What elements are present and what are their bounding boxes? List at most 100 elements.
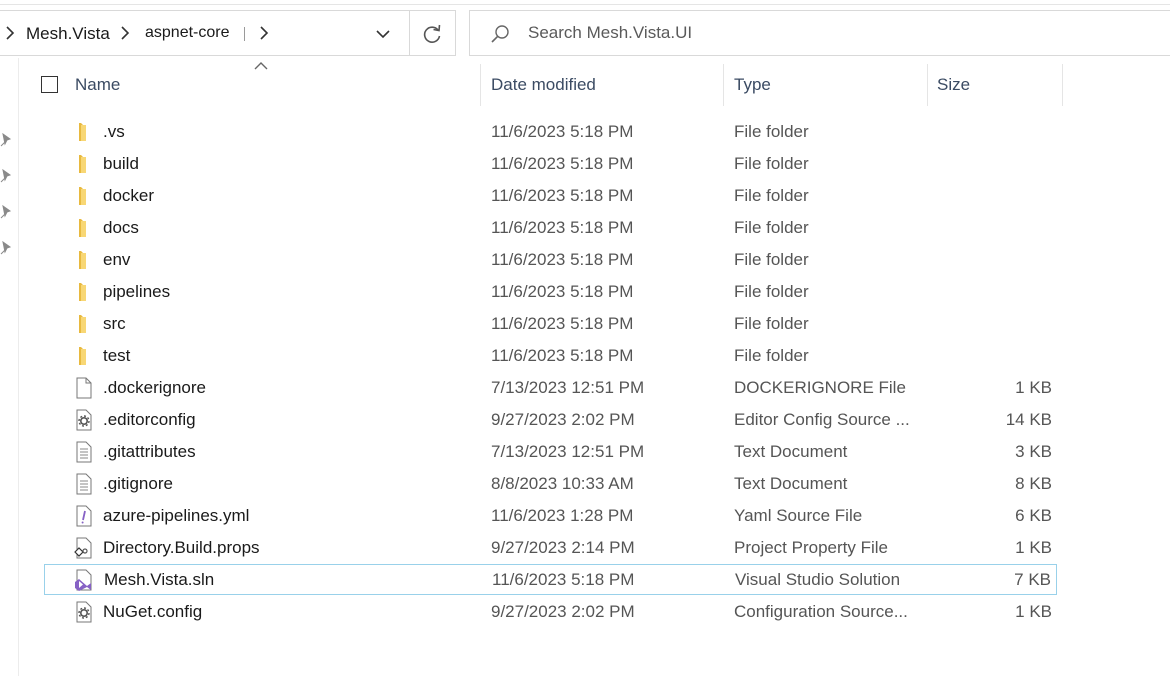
file-type: Yaml Source File [734,506,863,525]
file-row-build[interactable]: build 11/6/2023 5:18 PM File folder [44,148,1057,179]
column-divider[interactable] [927,64,928,106]
file-date-modified: 7/13/2023 12:51 PM [491,442,645,461]
file-size: 1 KB [1015,378,1052,397]
file-type: Editor Config Source ... [734,410,910,429]
breadcrumb-separator [244,27,245,41]
pin-icon[interactable] [0,133,12,147]
file-size: 1 KB [1015,602,1052,621]
file-name[interactable]: build [103,153,139,174]
chevron-right-icon[interactable] [257,24,273,42]
file-name[interactable]: .editorconfig [103,409,196,430]
folder-icon [79,315,86,333]
file-row-mesh-vista-sln[interactable]: Mesh.Vista.sln 11/6/2023 5:18 PM Visual … [44,564,1057,595]
file-name[interactable]: azure-pipelines.yml [103,505,249,526]
navigation-pane[interactable] [0,58,19,676]
file-date-modified: 7/13/2023 12:51 PM [491,378,645,397]
column-header-row: Name Date modified Type Size [20,64,1070,108]
file-type: File folder [734,122,809,141]
chevron-right-icon[interactable] [3,24,19,42]
column-header-name[interactable]: Name [75,75,120,95]
file-date-modified: 9/27/2023 2:14 PM [491,538,635,557]
column-divider[interactable] [1062,64,1063,106]
file-name[interactable]: Mesh.Vista.sln [104,569,214,590]
file-size: 1 KB [1015,538,1052,557]
config-file-icon [76,601,92,623]
file-row-editorconfig[interactable]: .editorconfig 9/27/2023 2:02 PM Editor C… [44,404,1057,435]
file-type: File folder [734,250,809,269]
file-date-modified: 9/27/2023 2:02 PM [491,602,635,621]
breadcrumb-item[interactable]: Mesh.Vista [26,24,110,44]
chevron-down-icon[interactable] [373,25,393,43]
file-date-modified: 11/6/2023 5:18 PM [491,346,634,365]
blank-file-icon [76,377,92,399]
file-type: File folder [734,282,809,301]
file-type: Configuration Source... [734,602,908,621]
file-date-modified: 11/6/2023 5:18 PM [491,186,634,205]
file-row-azure-pipelines[interactable]: azure-pipelines.yml 11/6/2023 1:28 PM Ya… [44,500,1057,531]
file-row-test[interactable]: test 11/6/2023 5:18 PM File folder [44,340,1057,371]
file-size: 6 KB [1015,506,1052,525]
file-name[interactable]: pipelines [103,281,170,302]
folder-icon [79,347,86,365]
file-type: File folder [734,218,809,237]
file-name[interactable]: NuGet.config [103,601,202,622]
file-type: Text Document [734,474,848,493]
file-name[interactable]: .dockerignore [103,377,206,398]
file-name[interactable]: docs [103,217,139,238]
column-header-type[interactable]: Type [734,75,771,95]
file-name[interactable]: docker [103,185,154,206]
file-row-pipelines[interactable]: pipelines 11/6/2023 5:18 PM File folder [44,276,1057,307]
address-bar[interactable]: Mesh.Vista aspnet-core [0,10,456,56]
config-file-icon [76,409,92,431]
file-row-env[interactable]: env 11/6/2023 5:18 PM File folder [44,244,1057,275]
file-name[interactable]: .vs [103,121,125,142]
column-header-date-modified[interactable]: Date modified [491,75,596,95]
file-size: 8 KB [1015,474,1052,493]
file-row-docs[interactable]: docs 11/6/2023 5:18 PM File folder [44,212,1057,243]
pin-icon[interactable] [0,169,12,183]
select-all-checkbox[interactable] [41,76,58,93]
file-size: 3 KB [1015,442,1052,461]
file-row-nuget-config[interactable]: NuGet.config 9/27/2023 2:02 PM Configura… [44,596,1057,627]
file-type: File folder [734,186,809,205]
file-date-modified: 11/6/2023 5:18 PM [492,570,635,589]
file-row-gitattributes[interactable]: .gitattributes 7/13/2023 12:51 PM Text D… [44,436,1057,467]
breadcrumb-item[interactable]: aspnet-core [145,23,230,43]
refresh-icon[interactable] [419,22,445,46]
file-name[interactable]: test [103,345,130,366]
file-size: 14 KB [1005,410,1052,429]
file-date-modified: 11/6/2023 5:18 PM [491,282,634,301]
file-date-modified: 11/6/2023 5:18 PM [491,314,634,333]
file-row-gitignore[interactable]: .gitignore 8/8/2023 10:33 AM Text Docume… [44,468,1057,499]
column-header-size[interactable]: Size [937,75,970,95]
file-type: Text Document [734,442,848,461]
chevron-right-icon[interactable] [118,24,134,42]
file-name[interactable]: .gitattributes [103,441,196,462]
column-divider[interactable] [723,64,724,106]
file-name[interactable]: src [103,313,126,334]
file-row-dockerignore[interactable]: .dockerignore 7/13/2023 12:51 PM DOCKERI… [44,372,1057,403]
search-input[interactable] [528,21,1128,45]
folder-icon [79,187,86,205]
folder-icon [79,283,86,301]
pin-icon[interactable] [0,241,12,255]
file-size: 7 KB [1014,570,1051,589]
column-divider[interactable] [480,64,481,106]
file-type: DOCKERIGNORE File [734,378,906,397]
file-name[interactable]: env [103,249,130,270]
file-name[interactable]: .gitignore [103,473,173,494]
file-date-modified: 11/6/2023 5:18 PM [491,218,634,237]
search-icon [491,25,509,43]
search-box[interactable] [469,10,1170,56]
file-name[interactable]: Directory.Build.props [103,537,260,558]
file-row-src[interactable]: src 11/6/2023 5:18 PM File folder [44,308,1057,339]
file-type: Visual Studio Solution [735,570,901,589]
file-type: Project Property File [734,538,888,557]
file-date-modified: 11/6/2023 5:18 PM [491,250,634,269]
file-date-modified: 11/6/2023 5:18 PM [491,122,634,141]
file-row-directory-build-props[interactable]: Directory.Build.props 9/27/2023 2:14 PM … [44,532,1057,563]
file-row-docker[interactable]: docker 11/6/2023 5:18 PM File folder [44,180,1057,211]
file-row-vs[interactable]: .vs 11/6/2023 5:18 PM File folder [44,116,1057,147]
file-date-modified: 9/27/2023 2:02 PM [491,410,635,429]
pin-icon[interactable] [0,205,12,219]
